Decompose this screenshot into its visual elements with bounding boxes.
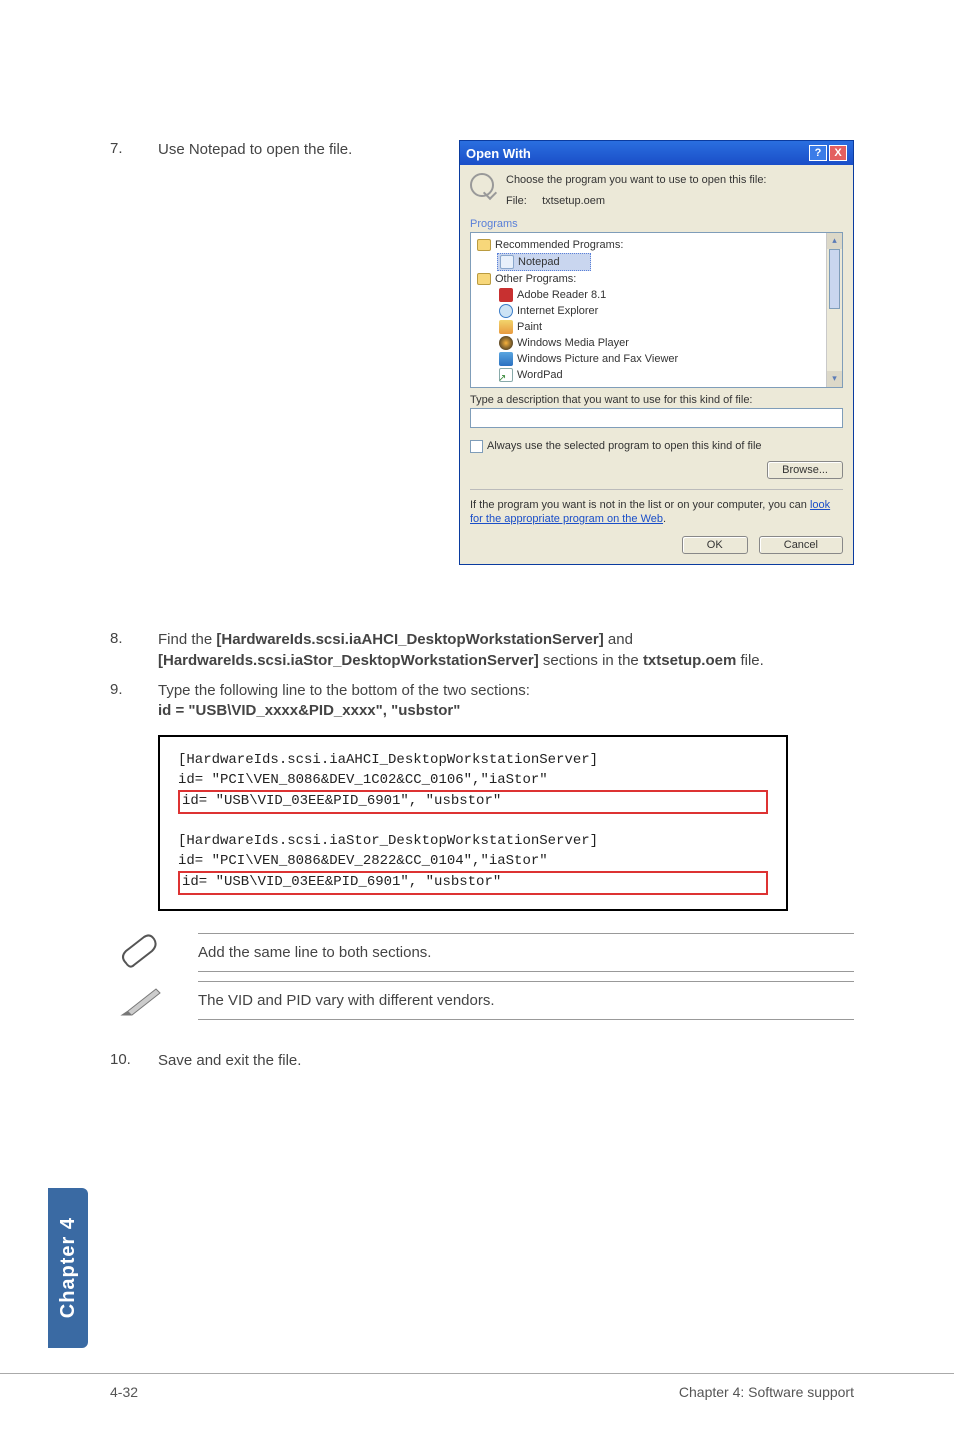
divider bbox=[470, 489, 843, 490]
programs-listbox[interactable]: ▴ ▾ Recommended Programs: Notepad bbox=[470, 232, 843, 388]
always-row[interactable]: Always use the selected program to open … bbox=[470, 440, 843, 453]
dialog-body: Choose the program you want to use to op… bbox=[460, 165, 853, 564]
always-label: Always use the selected program to open … bbox=[487, 440, 762, 452]
sidebar-tab: Chapter 4 bbox=[48, 1188, 88, 1348]
programs-label: Programs bbox=[470, 218, 843, 230]
step-8: 8. Find the [HardwareIds.scsi.iaAHCI_Des… bbox=[110, 630, 854, 671]
close-icon[interactable]: X bbox=[829, 145, 847, 161]
program-ie[interactable]: Internet Explorer bbox=[477, 303, 824, 319]
fax-icon bbox=[499, 352, 513, 366]
step-10-text: Save and exit the file. bbox=[158, 1051, 854, 1071]
note-1-text: Add the same line to both sections. bbox=[198, 934, 854, 971]
footer-title: Chapter 4: Software support bbox=[679, 1384, 854, 1400]
note-1: Add the same line to both sections. bbox=[110, 933, 854, 973]
divider bbox=[198, 971, 854, 972]
step-7-num: 7. bbox=[110, 140, 158, 157]
divider bbox=[198, 1019, 854, 1020]
dialog-title: Open With bbox=[466, 146, 531, 161]
program-notepad[interactable]: Notepad bbox=[497, 253, 591, 271]
desc-label: Type a description that you want to use … bbox=[470, 394, 843, 406]
pencil-icon bbox=[110, 981, 170, 1021]
folder-icon bbox=[477, 273, 491, 285]
desc-input[interactable] bbox=[470, 408, 843, 428]
paint-icon bbox=[499, 320, 513, 334]
search-icon bbox=[470, 173, 494, 197]
pdf-icon bbox=[499, 288, 513, 302]
step-10: 10. Save and exit the file. bbox=[110, 1051, 854, 1071]
notepad-icon bbox=[500, 255, 514, 269]
code-l6-hl: id= "USB\VID_03EE&PID_6901", "usbstor" bbox=[178, 871, 768, 895]
step-9: 9. Type the following line to the bottom… bbox=[110, 681, 854, 722]
program-fax[interactable]: Windows Picture and Fax Viewer bbox=[477, 351, 824, 367]
ie-icon bbox=[499, 304, 513, 318]
always-checkbox[interactable] bbox=[470, 440, 483, 453]
dialog-titlebar[interactable]: Open With ? X bbox=[460, 141, 853, 165]
code-box: [HardwareIds.scsi.iaAHCI_DesktopWorkstat… bbox=[158, 735, 788, 911]
program-wordpad[interactable]: WordPad bbox=[477, 367, 824, 383]
file-name: txtsetup.oem bbox=[542, 195, 605, 207]
sidebar-label: Chapter 4 bbox=[57, 1217, 80, 1318]
code-l4: [HardwareIds.scsi.iaStor_DesktopWorkstat… bbox=[178, 832, 768, 852]
wordpad-icon bbox=[499, 368, 513, 382]
recommended-header: Recommended Programs: bbox=[477, 237, 824, 253]
page-number: 4-32 bbox=[110, 1384, 138, 1400]
paperclip-icon bbox=[110, 933, 170, 973]
code-l2: id= "PCI\VEN_8086&DEV_1C02&CC_0106","iaS… bbox=[178, 771, 768, 791]
other-header: Other Programs: bbox=[477, 271, 824, 287]
step-8-num: 8. bbox=[110, 630, 158, 647]
step-9-num: 9. bbox=[110, 681, 158, 698]
choose-text: Choose the program you want to use to op… bbox=[506, 173, 767, 188]
scrollbar[interactable]: ▴ ▾ bbox=[826, 233, 842, 387]
wmp-icon bbox=[499, 336, 513, 350]
scroll-up-icon[interactable]: ▴ bbox=[827, 233, 842, 249]
ok-button[interactable]: OK bbox=[682, 536, 748, 554]
code-l3-hl: id= "USB\VID_03EE&PID_6901", "usbstor" bbox=[178, 790, 768, 814]
cancel-button[interactable]: Cancel bbox=[759, 536, 843, 554]
program-adobe[interactable]: Adobe Reader 8.1 bbox=[477, 287, 824, 303]
help-icon[interactable]: ? bbox=[809, 145, 827, 161]
program-wmp[interactable]: Windows Media Player bbox=[477, 335, 824, 351]
web-message: If the program you want is not in the li… bbox=[470, 498, 843, 527]
browse-button[interactable]: Browse... bbox=[767, 461, 843, 479]
footer: 4-32 Chapter 4: Software support bbox=[0, 1373, 954, 1400]
code-l1: [HardwareIds.scsi.iaAHCI_DesktopWorkstat… bbox=[178, 751, 768, 771]
program-paint[interactable]: Paint bbox=[477, 319, 824, 335]
page: 7. Use Notepad to open the file. Open Wi… bbox=[0, 0, 954, 1071]
step-9-text: Type the following line to the bottom of… bbox=[158, 681, 854, 722]
open-with-dialog: Open With ? X Choose the program you wan… bbox=[459, 140, 854, 565]
scroll-thumb[interactable] bbox=[829, 249, 840, 309]
step-10-num: 10. bbox=[110, 1051, 158, 1068]
note-2: The VID and PID vary with different vend… bbox=[110, 981, 854, 1021]
code-l5: id= "PCI\VEN_8086&DEV_2822&CC_0104","iaS… bbox=[178, 852, 768, 872]
step-8-text: Find the [HardwareIds.scsi.iaAHCI_Deskto… bbox=[158, 630, 854, 671]
note-2-text: The VID and PID vary with different vend… bbox=[198, 982, 854, 1019]
folder-icon bbox=[477, 239, 491, 251]
file-label: File: bbox=[506, 195, 527, 207]
scroll-down-icon[interactable]: ▾ bbox=[827, 371, 842, 387]
